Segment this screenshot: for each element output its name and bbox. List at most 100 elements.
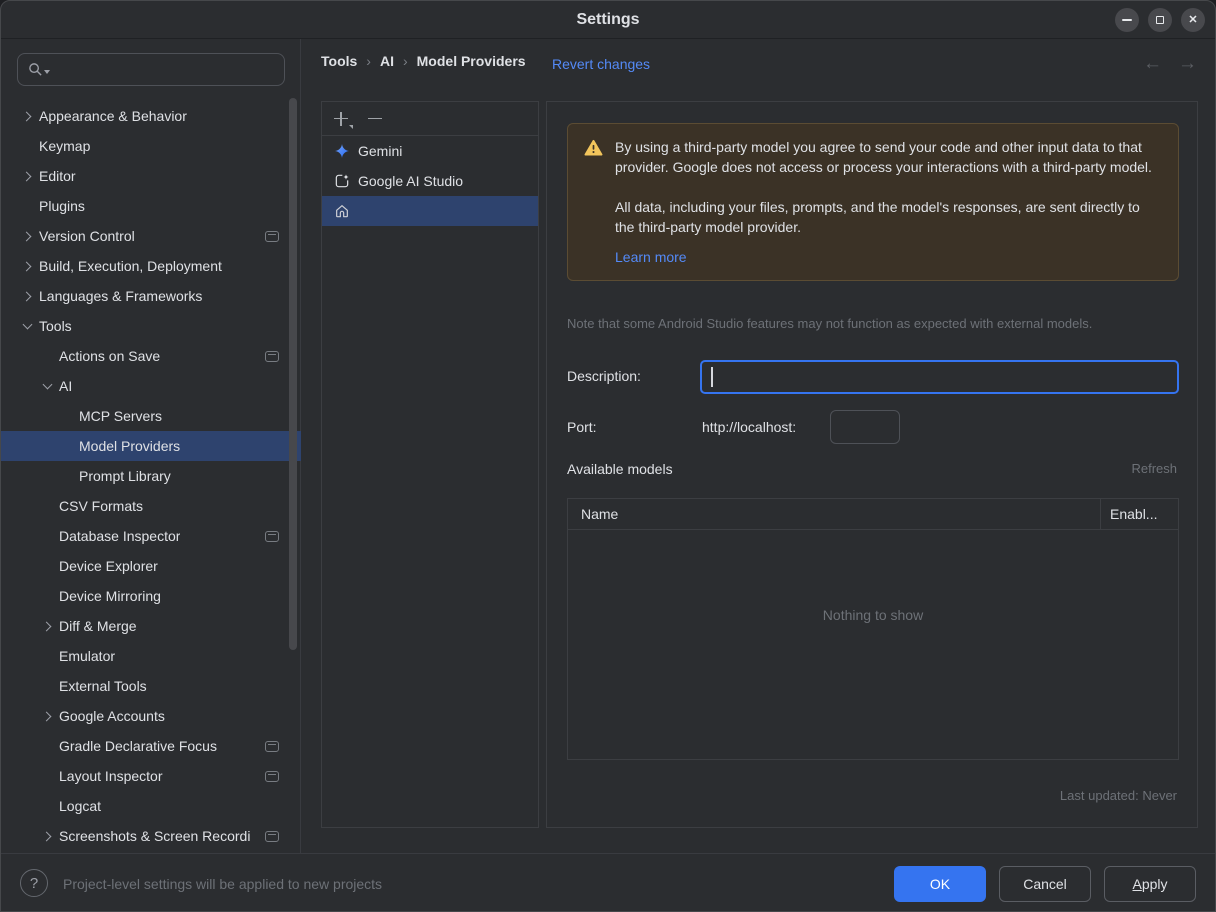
description-input[interactable] [700, 360, 1179, 394]
dialog-buttons: OK Cancel Apply [894, 866, 1196, 902]
provider-item-label: Gemini [358, 143, 403, 159]
chevron-right-icon[interactable] [37, 706, 57, 726]
sidebar-item-label: AI [59, 378, 73, 394]
ok-button[interactable]: OK [894, 866, 986, 902]
chevron-right-icon[interactable] [37, 826, 57, 846]
sidebar-item-editor[interactable]: Editor [1, 161, 301, 191]
search-box[interactable] [17, 53, 285, 86]
chevron-right-icon[interactable] [17, 256, 37, 276]
revert-changes-link[interactable]: Revert changes [552, 56, 650, 72]
sidebar-item-database-inspector[interactable]: Database Inspector [1, 521, 301, 551]
sidebar-item-label: Screenshots & Screen Recordi [59, 828, 251, 844]
add-dropdown-caret-icon [349, 124, 353, 129]
settings-window: Settings ✕ Appearance & Behavior Keymap Ed… [0, 0, 1216, 912]
add-provider-button[interactable] [334, 111, 353, 129]
sidebar-item-mcp-servers[interactable]: MCP Servers [1, 401, 301, 431]
sidebar-item-device-explorer[interactable]: Device Explorer [1, 551, 301, 581]
breadcrumb-item-tools[interactable]: Tools [321, 53, 357, 69]
sidebar-item-label: Editor [39, 168, 76, 184]
refresh-button[interactable]: Refresh [1131, 461, 1177, 476]
sidebar-item-label: Database Inspector [59, 528, 181, 544]
sidebar-item-label: Plugins [39, 198, 85, 214]
search-icon[interactable] [28, 62, 50, 77]
provider-item-google-ai-studio[interactable]: Google AI Studio [322, 166, 538, 196]
sidebar-item-logcat[interactable]: Logcat [1, 791, 301, 821]
provider-detail-panel: By using a third-party model you agree t… [546, 101, 1198, 828]
maximize-button[interactable] [1148, 8, 1172, 32]
sidebar-item-languages-frameworks[interactable]: Languages & Frameworks [1, 281, 301, 311]
providers-panel: Gemini Google AI Studio [321, 101, 539, 828]
sidebar-item-csv-formats[interactable]: CSV Formats [1, 491, 301, 521]
search-options-caret-icon [44, 69, 50, 74]
breadcrumb-item-ai[interactable]: AI [380, 53, 394, 69]
chevron-down-icon[interactable] [37, 376, 57, 396]
sidebar-item-keymap[interactable]: Keymap [1, 131, 301, 161]
sidebar-item-prompt-library[interactable]: Prompt Library [1, 461, 301, 491]
column-header-name[interactable]: Name [568, 499, 1100, 529]
back-arrow-icon[interactable]: ← [1143, 53, 1162, 75]
chevron-right-icon[interactable] [17, 106, 37, 126]
sidebar-item-screenshots-screen-recordi[interactable]: Screenshots & Screen Recordi [1, 821, 301, 851]
sidebar-item-ai[interactable]: AI [1, 371, 301, 401]
sidebar-item-gradle-declarative-focus[interactable]: Gradle Declarative Focus [1, 731, 301, 761]
sidebar-item-model-providers[interactable]: Model Providers [1, 431, 301, 461]
breadcrumb: Tools › AI › Model Providers [321, 53, 526, 69]
provider-item-label: Google AI Studio [358, 173, 464, 189]
sidebar-item-appearance-behavior[interactable]: Appearance & Behavior [1, 101, 301, 131]
sidebar-item-device-mirroring[interactable]: Device Mirroring [1, 581, 301, 611]
close-button[interactable]: ✕ [1181, 8, 1205, 32]
chevron-right-icon[interactable] [17, 166, 37, 186]
sidebar-item-layout-inspector[interactable]: Layout Inspector [1, 761, 301, 791]
sidebar-item-version-control[interactable]: Version Control [1, 221, 301, 251]
minimize-button[interactable] [1115, 8, 1139, 32]
chevron-right-icon[interactable] [17, 226, 37, 246]
provider-item-gemini[interactable]: Gemini [322, 136, 538, 166]
port-prefix: http://localhost: [702, 419, 797, 435]
sidebar-item-diff-merge[interactable]: Diff & Merge [1, 611, 301, 641]
sidebar-item-label: Gradle Declarative Focus [59, 738, 217, 754]
sidebar-item-emulator[interactable]: Emulator [1, 641, 301, 671]
sidebar-item-label: Emulator [59, 648, 116, 664]
chevron-right-icon[interactable] [17, 286, 37, 306]
sidebar-item-label: Logcat [59, 798, 102, 814]
sidebar-item-plugins[interactable]: Plugins [1, 191, 301, 221]
remove-provider-button[interactable] [368, 117, 382, 120]
sidebar-item-external-tools[interactable]: External Tools [1, 671, 301, 701]
text-caret [711, 367, 713, 387]
chevron-down-icon[interactable] [17, 316, 37, 336]
cancel-button[interactable]: Cancel [999, 866, 1091, 902]
sidebar-item-build-execution-deployment[interactable]: Build, Execution, Deployment [1, 251, 301, 281]
footer: ? Project-level settings will be applied… [1, 853, 1215, 911]
column-header-enabled[interactable]: Enabl... [1100, 499, 1178, 529]
forward-arrow-icon[interactable]: → [1178, 53, 1197, 75]
gemini-icon [334, 143, 350, 159]
chevron-right-icon[interactable] [37, 616, 57, 636]
settings-tree: Appearance & Behavior Keymap Editor Plugins… [1, 101, 301, 853]
home-icon [334, 203, 350, 219]
titlebar: Settings ✕ [1, 1, 1215, 39]
sidebar-item-actions-on-save[interactable]: Actions on Save [1, 341, 301, 371]
sidebar-item-label: Keymap [39, 138, 91, 154]
last-updated-text: Last updated: Never [1059, 788, 1177, 803]
sidebar-item-tools[interactable]: Tools [1, 311, 301, 341]
breadcrumb-item-model-providers[interactable]: Model Providers [417, 53, 526, 69]
breadcrumb-separator-icon: › [366, 53, 371, 69]
learn-more-link[interactable]: Learn more [615, 249, 687, 265]
port-input[interactable] [830, 410, 900, 444]
search-input[interactable] [52, 61, 284, 78]
project-settings-icon [265, 230, 279, 242]
window-title: Settings [576, 10, 640, 28]
sidebar-scrollbar[interactable] [289, 98, 297, 650]
help-button[interactable]: ? [20, 869, 48, 897]
provider-item-blank[interactable] [322, 196, 538, 226]
apply-button[interactable]: Apply [1104, 866, 1196, 902]
banner-text: By using a third-party model you agree t… [615, 137, 1160, 267]
question-icon: ? [29, 874, 39, 892]
sidebar-item-google-accounts[interactable]: Google Accounts [1, 701, 301, 731]
banner-paragraph-1: By using a third-party model you agree t… [615, 139, 1152, 175]
